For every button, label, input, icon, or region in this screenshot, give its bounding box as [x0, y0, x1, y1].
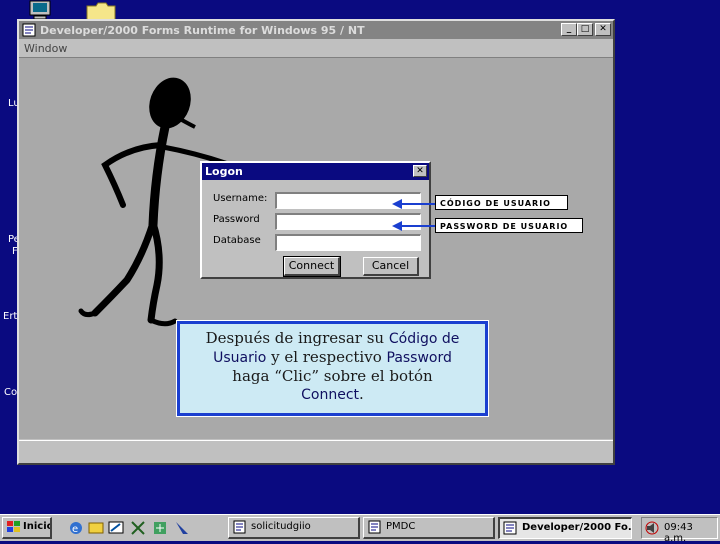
callout-password: PASSWORD DE USUARIO	[435, 218, 583, 233]
taskbar: Inicio e solicitudgiio PMDC Developer/20…	[0, 514, 720, 544]
taskbar-item-label: solicitudgiio	[251, 521, 311, 532]
taskbar-item-label: Developer/2000 Fo...	[522, 522, 632, 533]
document-icon	[368, 520, 381, 534]
app-icon	[503, 521, 517, 535]
instruction-text: haga “Clic” sobre el botón	[232, 367, 433, 385]
arrow-to-password-icon	[392, 221, 438, 231]
instruction-highlight: Password	[386, 350, 452, 366]
cursor-icon[interactable]	[174, 520, 190, 536]
folder-icon[interactable]	[86, 2, 116, 20]
instruction-text: Después de ingresar su	[205, 329, 389, 347]
outlook-icon[interactable]	[88, 520, 104, 536]
database-label: Database	[213, 235, 261, 246]
window-title: Developer/2000 Forms Runtime for Windows…	[40, 23, 365, 37]
status-bar	[19, 440, 613, 463]
instruction-highlight: Usuario	[213, 350, 267, 366]
logon-titlebar[interactable]: Logon ✕	[202, 163, 429, 180]
menu-window[interactable]: Window	[24, 42, 67, 55]
taskbar-item-developer[interactable]: Developer/2000 Fo...	[498, 517, 632, 539]
desktop-label-fragment: Ert	[3, 311, 18, 322]
username-label: Username:	[213, 193, 268, 204]
start-label: Inicio	[23, 521, 52, 532]
my-computer-icon[interactable]	[28, 0, 52, 20]
menu-bar: Window	[19, 39, 613, 58]
instruction-text: .	[359, 385, 364, 403]
speaker-icon[interactable]	[645, 521, 659, 535]
window-titlebar[interactable]: Developer/2000 Forms Runtime for Windows…	[19, 21, 613, 39]
app-icon	[22, 23, 36, 37]
instruction-highlight: Código de	[388, 331, 460, 347]
cancel-button[interactable]: Cancel	[363, 257, 419, 276]
desktop-label-fragment: Co	[4, 387, 18, 398]
ie-icon[interactable]: e	[68, 520, 84, 536]
start-button[interactable]: Inicio	[2, 517, 52, 539]
instruction-highlight: Connect	[301, 387, 360, 403]
taskbar-item-label: PMDC	[386, 521, 416, 532]
password-label: Password	[213, 214, 260, 225]
instruction-text: y el respectivo	[266, 348, 387, 366]
desktop-icon[interactable]	[108, 520, 124, 536]
system-tray: 09:43 a.m.	[641, 517, 718, 544]
svg-text:e: e	[72, 524, 78, 535]
taskbar-item-pmdc[interactable]: PMDC	[363, 517, 495, 539]
maximize-button[interactable]: □	[577, 23, 593, 36]
document-icon	[233, 520, 246, 534]
minimize-button[interactable]: _	[561, 23, 577, 36]
clock: 09:43 a.m.	[664, 522, 693, 544]
windows-logo-icon	[7, 521, 20, 532]
logon-title: Logon	[205, 165, 243, 178]
close-button[interactable]: ✕	[595, 23, 611, 36]
taskbar-item-solicitud[interactable]: solicitudgiio	[228, 517, 360, 539]
callout-username: CÓDIGO DE USUARIO	[435, 195, 568, 210]
tools-icon[interactable]	[130, 520, 146, 536]
arrow-to-username-icon	[392, 199, 438, 209]
database-field[interactable]	[275, 234, 421, 251]
connect-button[interactable]: Connect	[283, 256, 341, 277]
instruction-box: Después de ingresar su Código de Usuario…	[176, 320, 489, 417]
logon-close-button[interactable]: ✕	[413, 165, 427, 177]
network-icon[interactable]	[152, 520, 168, 536]
